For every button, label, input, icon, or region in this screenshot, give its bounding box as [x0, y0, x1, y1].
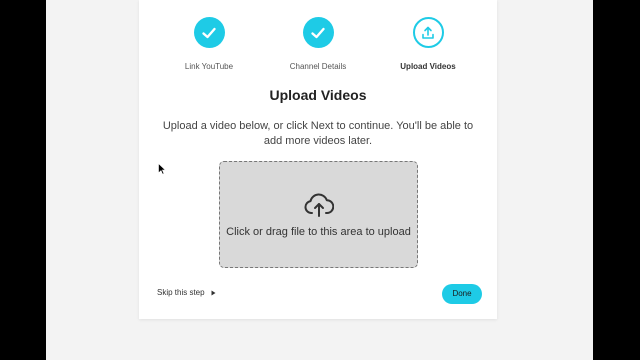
- step-label: Channel Details: [289, 62, 347, 71]
- check-icon: [193, 17, 225, 48]
- step-label: Link YouTube: [184, 62, 234, 71]
- onboarding-card: Link YouTube Channel Details Upload Vide…: [139, 0, 497, 319]
- mouse-cursor-icon: [158, 163, 166, 175]
- upload-dropzone[interactable]: Click or drag file to this area to uploa…: [219, 161, 418, 268]
- skip-step-label: Skip this step: [157, 288, 205, 297]
- step-channel-details: Channel Details: [268, 17, 368, 71]
- check-icon: [302, 17, 334, 48]
- step-link-youtube: Link YouTube: [159, 17, 259, 71]
- caret-right-icon: [211, 290, 216, 295]
- dropzone-hint: Click or drag file to this area to uploa…: [226, 226, 411, 238]
- step-upload-videos: Upload Videos: [378, 17, 478, 71]
- page-description: Upload a video below, or click Next to c…: [162, 120, 474, 147]
- page-title: Upload Videos: [269, 87, 367, 103]
- upload-icon: [412, 17, 444, 48]
- skip-step-link[interactable]: Skip this step: [157, 288, 216, 297]
- step-label: Upload Videos: [400, 62, 456, 71]
- done-button[interactable]: Done: [442, 284, 482, 304]
- cloud-upload-icon: [304, 193, 334, 217]
